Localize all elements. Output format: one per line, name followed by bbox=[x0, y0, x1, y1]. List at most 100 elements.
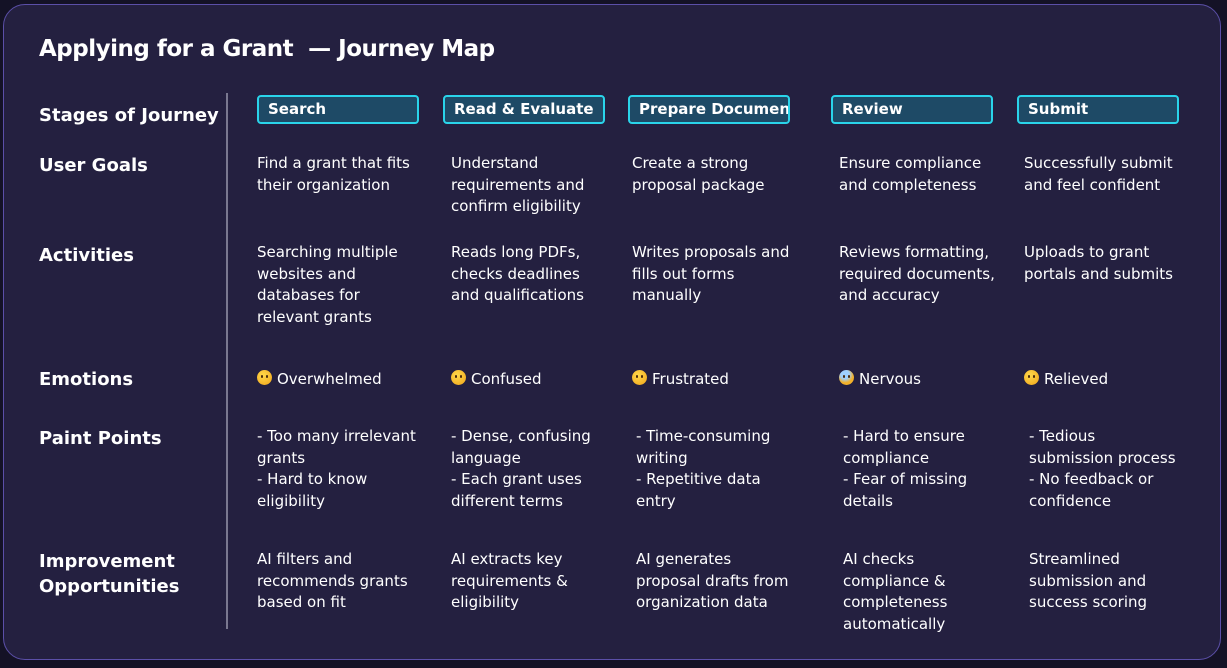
emotion-label: Confused bbox=[471, 370, 542, 388]
pain-point-cell-line: details bbox=[843, 491, 893, 510]
stage-chip-1: Search bbox=[257, 95, 419, 124]
goal-cell-line: confirm eligibility bbox=[451, 197, 581, 215]
pain-point-cell-line: - Tedious bbox=[1029, 427, 1096, 445]
row-label-stages: Stages of Journey bbox=[39, 105, 219, 126]
goal-cell-line: requirements and bbox=[451, 175, 585, 194]
activity-cell-line: Searching multiple bbox=[257, 243, 398, 261]
pain-point-cell-line: - Fear of missing bbox=[843, 470, 968, 488]
goal-cell-3: Create a strong proposal package bbox=[632, 153, 812, 196]
pain-point-cell-line: writing bbox=[636, 448, 688, 467]
pain-point-cell-line: - Repetitive data bbox=[636, 470, 761, 488]
improvement-cell-2: AI extracts key requirements & eligibility bbox=[451, 549, 631, 614]
relieved-face-icon bbox=[1024, 370, 1039, 385]
activity-cell-line: relevant grants bbox=[257, 307, 372, 326]
pain-point-cell-line: - Dense, confusing bbox=[451, 427, 591, 445]
weary-face-icon bbox=[257, 370, 272, 385]
improvement-cell-line: compliance & bbox=[843, 571, 946, 590]
goal-cell-line: proposal package bbox=[632, 175, 765, 194]
activity-cell-1: Searching multiple websites and databases … bbox=[257, 242, 437, 328]
goal-cell-4: Ensure compliance and completeness bbox=[839, 153, 1019, 196]
activity-cell-line: fills out forms bbox=[632, 264, 735, 283]
improvement-cell-line: recommends grants bbox=[257, 571, 408, 590]
goal-cell-line: and feel confident bbox=[1024, 175, 1161, 194]
stage-chip-5: Submit bbox=[1017, 95, 1179, 124]
emotion-label: Frustrated bbox=[652, 370, 729, 388]
improvement-cell-line: completeness bbox=[843, 593, 948, 611]
activity-cell-line: portals and submits bbox=[1024, 264, 1173, 283]
activity-cell-4: Reviews formatting, required documents, an… bbox=[839, 242, 1019, 307]
activity-cell-5: Uploads to grant portals and submits bbox=[1024, 242, 1204, 285]
activity-cell-line: Reads long PDFs, bbox=[451, 243, 581, 261]
pain-point-cell-line: - Each grant uses bbox=[451, 470, 582, 488]
frustrated-face-icon bbox=[632, 370, 647, 385]
goal-cell-5: Successfully submit and feel confident bbox=[1024, 153, 1204, 196]
emotion-5: Relieved bbox=[1024, 369, 1108, 390]
activity-cell-line: and accuracy bbox=[839, 286, 940, 304]
improvement-cell-line: based on fit bbox=[257, 593, 346, 611]
goal-cell-line: Create a strong bbox=[632, 154, 749, 172]
pain-point-cell-1: - Too many irrelevant grants - Hard to kno… bbox=[257, 426, 437, 512]
pain-point-cell-5: - Tedious submission process - No feedback… bbox=[1029, 426, 1209, 512]
pain-point-cell-line: - Hard to know bbox=[257, 470, 368, 488]
activity-cell-line: checks deadlines bbox=[451, 264, 580, 283]
improvement-cell-line: submission and bbox=[1029, 571, 1147, 590]
activity-cell-line: databases for bbox=[257, 286, 360, 304]
activity-cell-line: Reviews formatting, bbox=[839, 243, 989, 261]
pain-point-cell-line: grants bbox=[257, 448, 306, 467]
improvement-cell-line: organization data bbox=[636, 593, 768, 611]
improvement-cell-line: AI generates bbox=[636, 550, 732, 568]
activity-cell-line: Uploads to grant bbox=[1024, 243, 1150, 261]
improvement-cell-1: AI filters and recommends grants based on … bbox=[257, 549, 437, 614]
anxious-face-icon bbox=[839, 370, 854, 385]
improvement-cell-line: automatically bbox=[843, 614, 946, 633]
pain-point-cell-line: confidence bbox=[1029, 491, 1112, 510]
page-title: Applying for a Grant — Journey Map bbox=[39, 36, 495, 62]
pain-point-cell-line: different terms bbox=[451, 491, 563, 510]
row-label-goals: User Goals bbox=[39, 155, 148, 176]
pain-point-cell-line: - Too many irrelevant bbox=[257, 427, 416, 445]
goal-cell-line: and completeness bbox=[839, 175, 977, 194]
pain-point-cell-2: - Dense, confusing language - Each grant u… bbox=[451, 426, 631, 512]
pain-point-cell-line: entry bbox=[636, 491, 676, 510]
activity-cell-line: websites and bbox=[257, 264, 356, 283]
emotion-2: Confused bbox=[451, 369, 542, 390]
row-label-improvement-line-1: Improvement bbox=[39, 551, 175, 572]
confused-face-icon bbox=[451, 370, 466, 385]
row-label-activities: Activities bbox=[39, 245, 134, 266]
row-label-improvement: Improvement Opportunities bbox=[39, 549, 219, 599]
activity-cell-line: and qualifications bbox=[451, 286, 584, 304]
improvement-cell-line: AI filters and bbox=[257, 550, 353, 568]
emotion-4: Nervous bbox=[839, 369, 921, 390]
journey-map-card: Applying for a Grant — Journey Map Stage… bbox=[3, 4, 1221, 660]
row-label-emotions: Emotions bbox=[39, 369, 134, 390]
improvement-cell-line: eligibility bbox=[451, 593, 520, 611]
emotion-3: Frustrated bbox=[632, 369, 729, 390]
pain-point-cell-line: - No feedback or bbox=[1029, 470, 1154, 488]
emotion-1: Overwhelmed bbox=[257, 369, 382, 390]
activity-cell-line: Writes proposals and bbox=[632, 243, 790, 261]
activity-cell-2: Reads long PDFs, checks deadlines and qual… bbox=[451, 242, 631, 307]
pain-point-cell-3: - Time-consuming writing - Repetitive data… bbox=[636, 426, 816, 512]
activity-cell-3: Writes proposals and fills out forms manua… bbox=[632, 242, 812, 307]
pain-point-cell-line: eligibility bbox=[257, 491, 326, 510]
row-label-pain-points: Paint Points bbox=[39, 428, 162, 449]
stage-chip-4: Review bbox=[831, 95, 993, 124]
pain-point-cell-line: - Time-consuming bbox=[636, 427, 771, 445]
improvement-cell-line: AI extracts key bbox=[451, 550, 563, 568]
improvement-cell-3: AI generates proposal drafts from organiza… bbox=[636, 549, 816, 614]
improvement-cell-line: Streamlined bbox=[1029, 550, 1120, 568]
emotion-label: Relieved bbox=[1044, 370, 1109, 388]
pain-point-cell-line: - Hard to ensure bbox=[843, 427, 965, 445]
improvement-cell-line: requirements & bbox=[451, 571, 568, 590]
improvement-cell-5: Streamlined submission and success scoring bbox=[1029, 549, 1209, 614]
pain-point-cell-line: language bbox=[451, 448, 521, 467]
improvement-cell-4: AI checks compliance & completeness automat… bbox=[843, 549, 1023, 635]
stage-chip-2: Read & Evaluate bbox=[443, 95, 605, 124]
improvement-cell-line: AI checks bbox=[843, 550, 915, 568]
emotion-label: Nervous bbox=[859, 370, 921, 388]
activity-cell-line: required documents, bbox=[839, 264, 995, 283]
emotion-label: Overwhelmed bbox=[277, 370, 382, 388]
goal-cell-line: Understand bbox=[451, 154, 539, 172]
goal-cell-line: Find a grant that fits bbox=[257, 154, 410, 172]
pain-point-cell-line: submission process bbox=[1029, 448, 1176, 467]
